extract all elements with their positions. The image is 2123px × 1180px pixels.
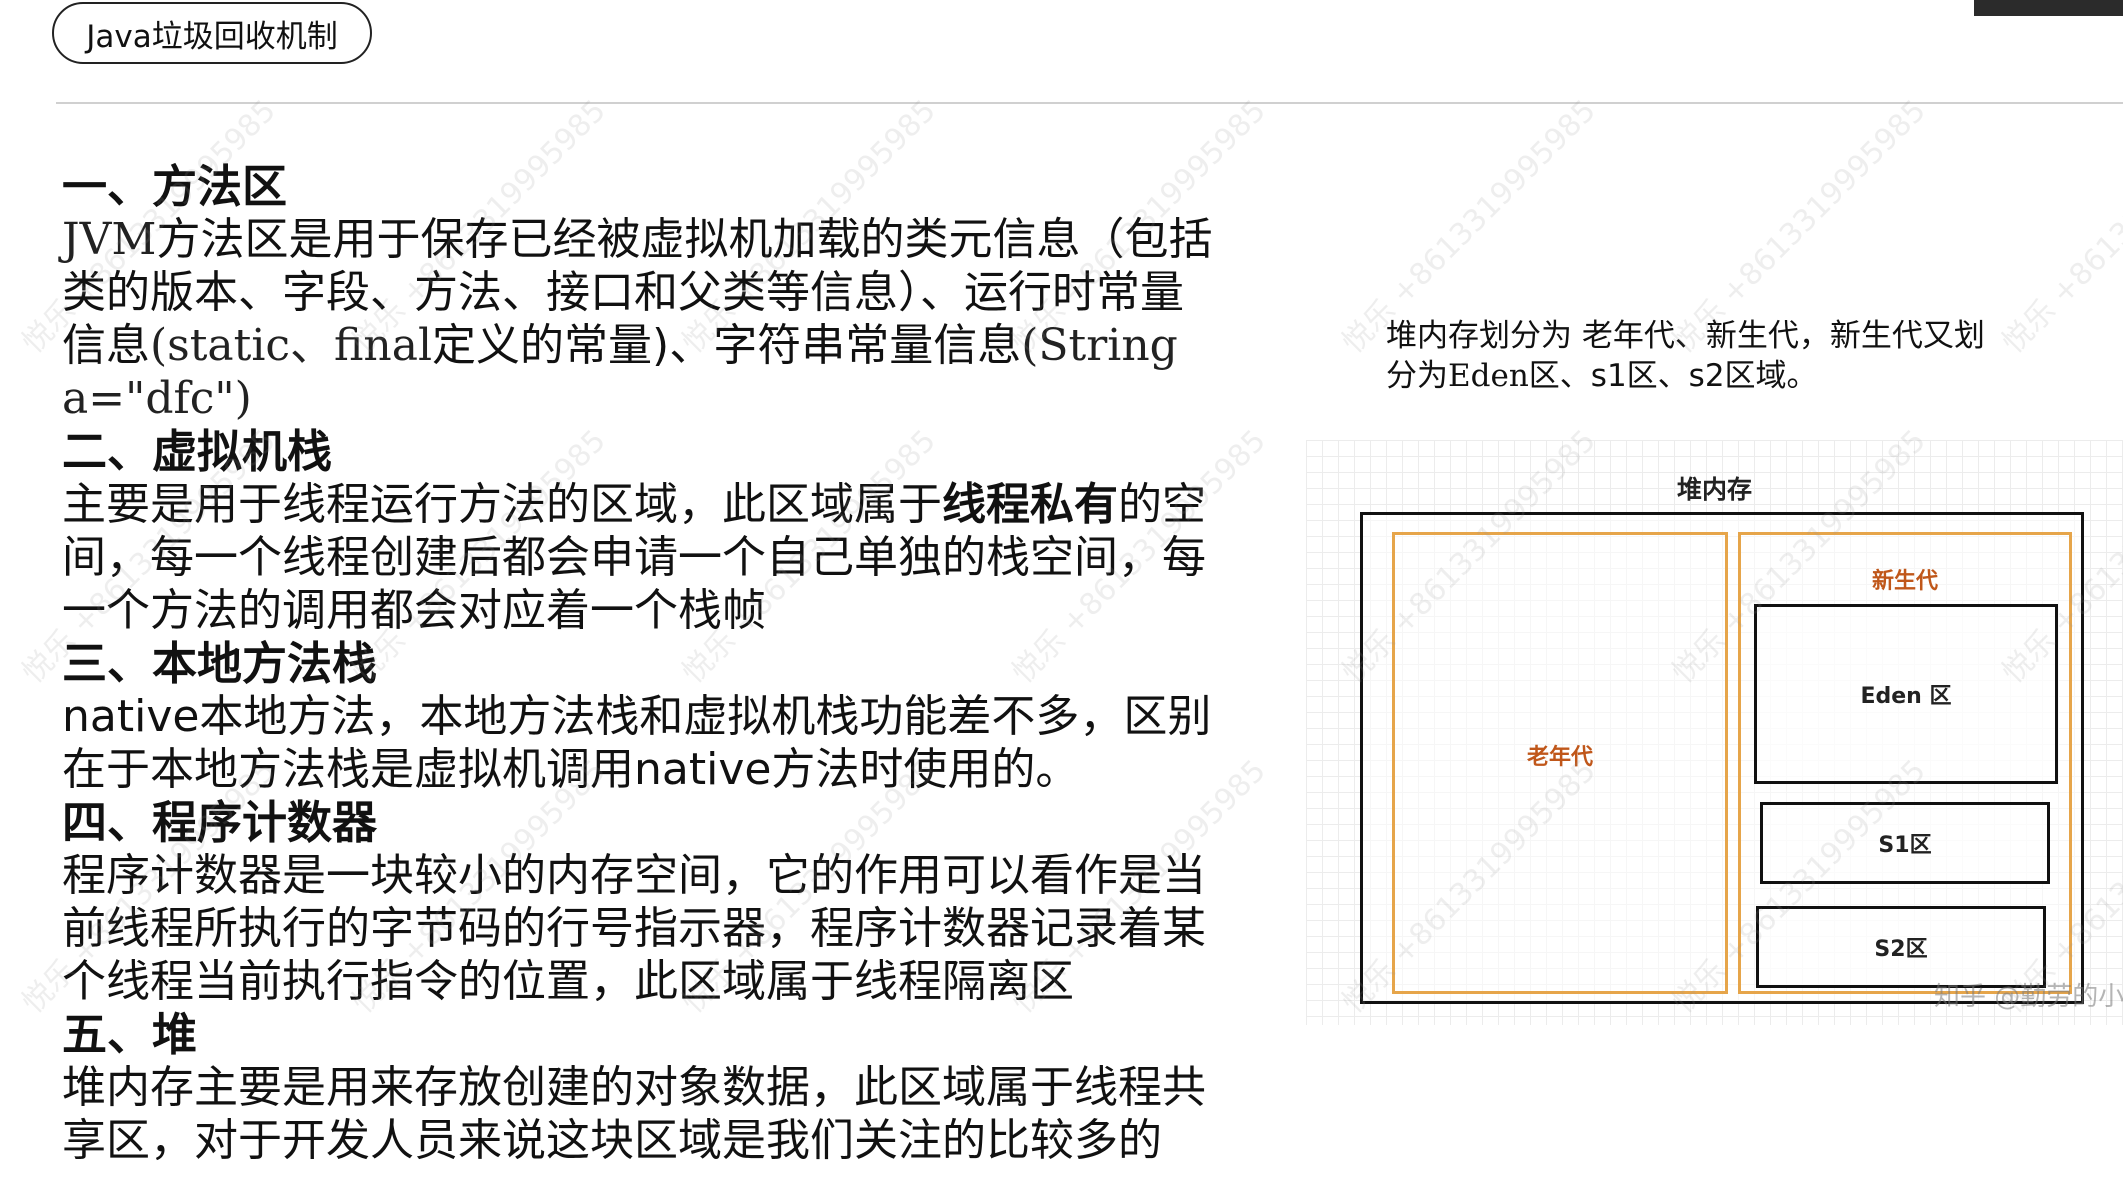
body-fragment: (static、final xyxy=(150,320,433,371)
heap-label: 堆内存 xyxy=(1676,475,1752,504)
section-heading-method-area: 一、方法区 xyxy=(62,160,288,213)
section-heading-heap: 五、堆 xyxy=(62,1008,198,1061)
section-heading-native-stack: 三、本地方法栈 xyxy=(62,637,378,690)
heap-diagram: 堆内存 老年代 新生代 Eden 区 S1区 S2区 xyxy=(1306,440,2123,1025)
section-body-program-counter: 程序计数器是一块较小的内存空间，它的作用可以看作是当前线程所执行的字节码的行号指… xyxy=(62,850,1206,1007)
caption-line-1: 堆内存划分为 老年代、新生代，新生代又划 xyxy=(1386,318,1985,354)
section-body-heap: 堆内存主要是用来存放创建的对象数据，此区域属于线程共享区，对于开发人员来说这块区… xyxy=(62,1062,1206,1166)
section-heading-vm-stack: 二、虚拟机栈 xyxy=(62,425,333,478)
caption-line-2: 分为Eden区、s1区、s2区域。 xyxy=(1386,356,2066,396)
body-fragment: JVM xyxy=(62,214,157,265)
zhihu-watermark: 知乎 @勤劳的小 xyxy=(1934,982,2123,1012)
section-body-vm-stack: 主要是用于线程运行方法的区域，此区域属于线程私有的空间，每一个线程创建后都会申请… xyxy=(62,478,1222,637)
body-fragment: 定义的常量)、字符串常量信息 xyxy=(432,320,1022,371)
title-pill[interactable]: Java垃圾回收机制 xyxy=(52,2,372,64)
body-fragment: 主要是用于线程运行方法的区域，此区域属于 xyxy=(62,479,942,530)
header-divider xyxy=(56,102,2123,104)
s1-label: S1区 xyxy=(1878,833,1932,858)
section-body-native-stack: native本地方法，本地方法栈和虚拟机栈功能差不多，区别在于本地方法栈是虚拟机… xyxy=(62,691,1212,795)
caption-fragment: 区、s1区、s2区域。 xyxy=(1528,358,1818,394)
old-generation-label: 老年代 xyxy=(1526,745,1593,770)
s1-box: S1区 xyxy=(1760,802,2050,884)
eden-box: Eden 区 xyxy=(1754,604,2058,784)
old-generation-box: 老年代 xyxy=(1392,532,1728,994)
content-column: 一、方法区 JVM方法区是用于保存已经被虚拟机加载的类元信息（包括类的版本、字段… xyxy=(62,160,1222,1167)
section-heading-program-counter: 四、程序计数器 xyxy=(62,796,378,849)
s2-label: S2区 xyxy=(1874,937,1928,962)
corner-bar xyxy=(1974,0,2123,16)
page-title: Java垃圾回收机制 xyxy=(86,18,338,55)
caption-fragment: 分为 xyxy=(1386,358,1448,394)
eden-label: Eden 区 xyxy=(1860,684,1952,709)
young-generation-label: 新生代 xyxy=(1871,569,1938,594)
section-body-method-area: JVM方法区是用于保存已经被虚拟机加载的类元信息（包括类的版本、字段、方法、接口… xyxy=(62,213,1222,425)
caption-fragment: Eden xyxy=(1448,358,1529,394)
heap-caption: 堆内存划分为 老年代、新生代，新生代又划 分为Eden区、s1区、s2区域。 xyxy=(1386,316,2066,396)
body-emphasis: 线程私有 xyxy=(942,479,1118,530)
